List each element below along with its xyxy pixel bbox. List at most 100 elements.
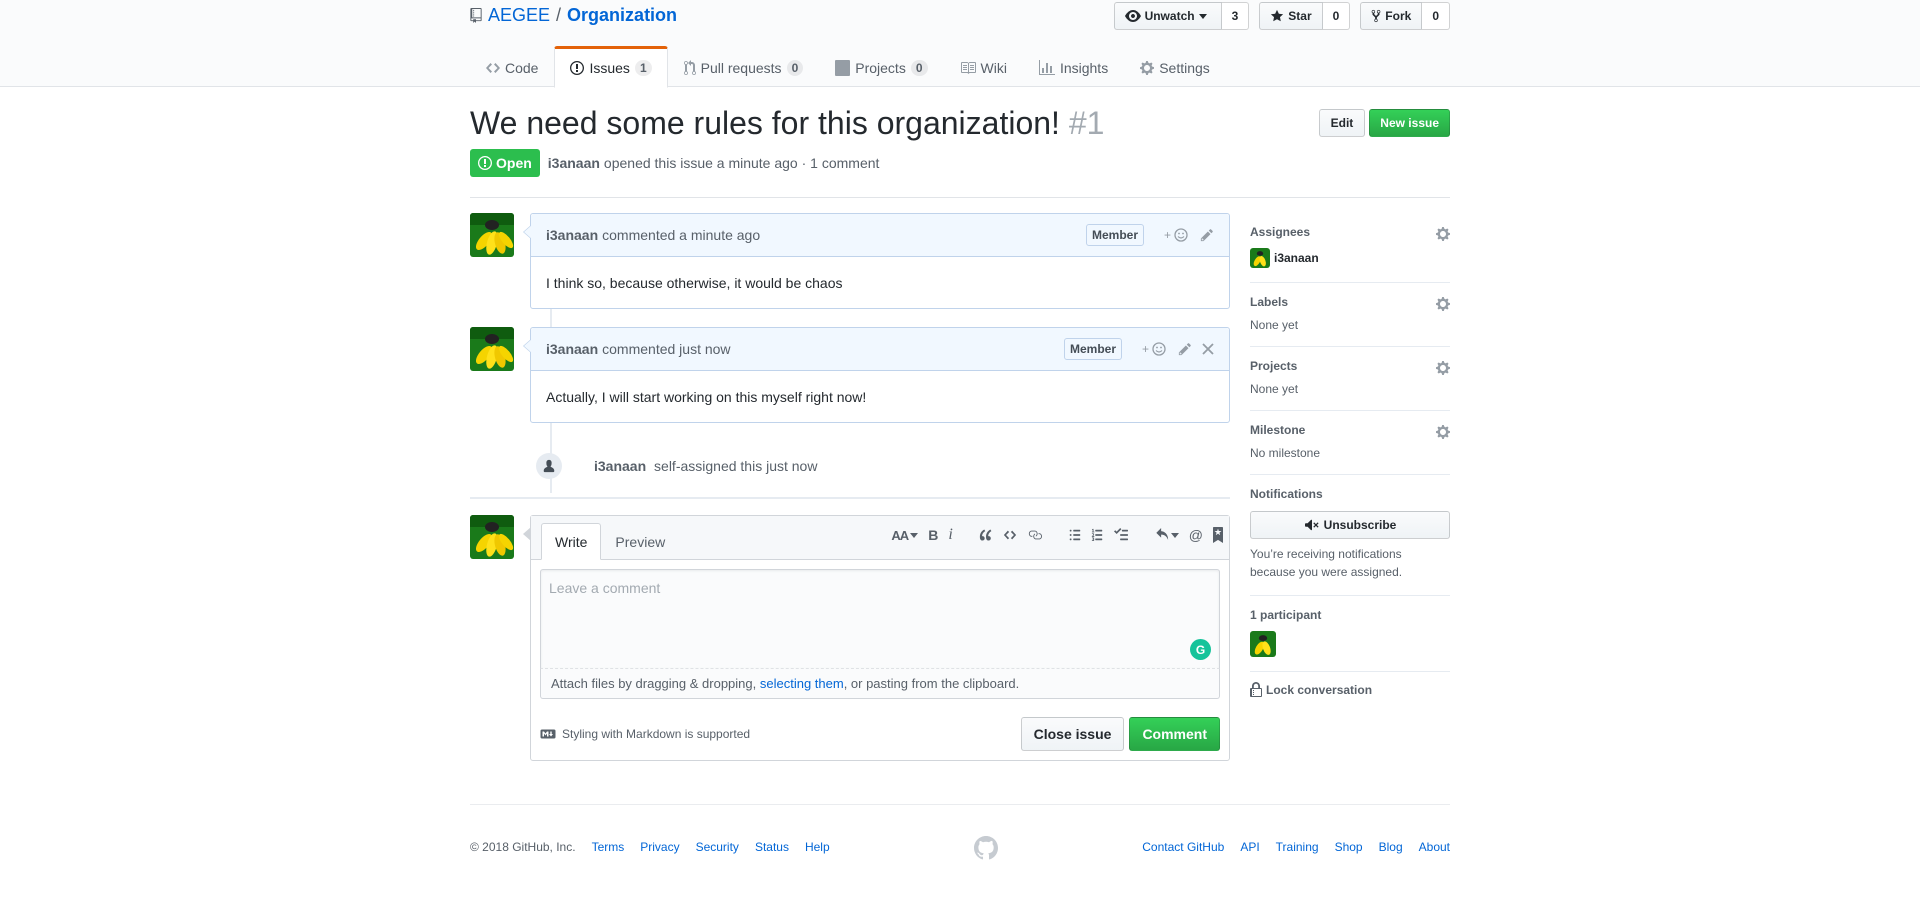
comment-button[interactable]: Comment (1129, 717, 1220, 751)
issue-number: #1 (1068, 105, 1105, 141)
tab-projects[interactable]: Projects 0 (819, 46, 943, 87)
comment-body: I think so, because otherwise, it would … (546, 274, 843, 291)
footer-link-blog[interactable]: Blog (1379, 840, 1403, 854)
tab-insights[interactable]: Insights (1023, 46, 1124, 87)
gear-icon[interactable] (1436, 226, 1450, 245)
avatar[interactable] (1250, 631, 1276, 657)
footer-link-security[interactable]: Security (696, 840, 739, 854)
footer-link-contact[interactable]: Contact GitHub (1142, 840, 1224, 854)
link-button[interactable] (1027, 528, 1043, 542)
labels-value: None yet (1250, 318, 1299, 332)
stars-count[interactable]: 0 (1322, 2, 1351, 30)
repo-name-link[interactable]: Organization (567, 5, 677, 26)
event-author-link[interactable]: i3anaan (594, 458, 646, 474)
mention-button[interactable]: @ (1189, 527, 1203, 543)
footer-link-privacy[interactable]: Privacy (640, 840, 679, 854)
tab-write[interactable]: Write (541, 523, 602, 560)
comment-textarea[interactable]: Leave a comment G (540, 569, 1220, 669)
ordered-list-button[interactable] (1091, 528, 1103, 542)
tab-wiki[interactable]: Wiki (944, 46, 1023, 87)
new-issue-button[interactable]: New issue (1369, 109, 1450, 137)
issue-author-link[interactable]: i3anaan (548, 155, 600, 171)
avatar[interactable] (470, 327, 514, 371)
saved-replies-button[interactable] (1155, 528, 1179, 542)
comment-author-link[interactable]: i3anaan (546, 341, 598, 357)
comment-form: Write Preview AA B i @ Leave a comment G… (523, 515, 1230, 761)
tab-settings[interactable]: Settings (1124, 46, 1226, 87)
repo-owner-link[interactable]: AEGEE (488, 5, 550, 26)
avatar[interactable] (470, 213, 514, 257)
sidebar-heading-milestone[interactable]: Milestone (1250, 423, 1450, 437)
footer-link-shop[interactable]: Shop (1335, 840, 1363, 854)
footer-link-api[interactable]: API (1240, 840, 1259, 854)
fork-button[interactable]: Fork (1360, 2, 1423, 30)
gear-icon[interactable] (1436, 360, 1450, 379)
gear-icon[interactable] (1436, 424, 1450, 443)
tab-preview[interactable]: Preview (601, 523, 679, 560)
watch-group: Unwatch 3 (1113, 2, 1250, 30)
tab-code-label: Code (505, 59, 539, 76)
bold-button[interactable]: B (928, 527, 938, 543)
code-button[interactable] (1003, 528, 1017, 542)
footer-link-terms[interactable]: Terms (592, 840, 625, 854)
star-button[interactable]: Star (1259, 2, 1323, 30)
gear-icon[interactable] (1436, 296, 1450, 315)
tab-issues-label: Issues (589, 60, 630, 76)
close-issue-button[interactable]: Close issue (1020, 717, 1125, 751)
sidebar-labels: Labels None yet (1250, 283, 1450, 347)
issue-title-text: We need some rules for this organization… (470, 105, 1060, 141)
svg-text:+: + (1142, 342, 1149, 356)
unwatch-button[interactable]: Unwatch (1113, 2, 1222, 30)
sidebar-heading-assignees[interactable]: Assignees (1250, 225, 1450, 239)
markdown-help-link[interactable]: Styling with Markdown is supported (540, 727, 750, 741)
sidebar-milestone: Milestone No milestone (1250, 411, 1450, 475)
person-icon (536, 453, 562, 479)
sidebar-assignees: Assignees i3anaan (1250, 213, 1450, 283)
comment-actions: Member + (1085, 224, 1214, 246)
form-actions: Styling with Markdown is supported Close… (531, 708, 1229, 760)
tab-insights-label: Insights (1059, 59, 1109, 76)
tab-issues[interactable]: Issues 1 (554, 46, 668, 88)
edit-comment-button[interactable] (1200, 228, 1214, 242)
write-area: Leave a comment G Attach files by draggi… (531, 560, 1229, 708)
select-files-link[interactable]: selecting them (760, 676, 844, 691)
delete-comment-button[interactable] (1202, 343, 1214, 355)
milestone-value: No milestone (1250, 446, 1321, 460)
add-reaction-button[interactable]: + (1142, 341, 1168, 357)
forks-count[interactable]: 0 (1422, 2, 1450, 30)
task-list-button[interactable] (1113, 528, 1129, 542)
unordered-list-button[interactable] (1069, 528, 1081, 542)
sidebar-heading-labels[interactable]: Labels (1250, 295, 1450, 309)
gear-icon (1140, 60, 1155, 75)
comment-author-link[interactable]: i3anaan (546, 227, 598, 243)
edit-comment-button[interactable] (1178, 342, 1192, 356)
footer-link-about[interactable]: About (1419, 840, 1450, 854)
status-badge: Open (470, 149, 540, 177)
avatar[interactable] (470, 515, 514, 559)
edit-button[interactable]: Edit (1318, 109, 1366, 137)
header-text-button[interactable]: AA (891, 528, 919, 543)
comment-body: Actually, I will start working on this m… (546, 388, 867, 405)
add-reaction-button[interactable]: + (1164, 227, 1190, 243)
code-icon (1003, 530, 1016, 540)
github-logo-icon[interactable] (974, 836, 998, 863)
footer-link-help[interactable]: Help (805, 840, 830, 854)
italic-button[interactable]: i (948, 526, 952, 544)
grammarly-icon[interactable]: G (1190, 639, 1211, 660)
tab-pull-requests[interactable]: Pull requests 0 (668, 46, 820, 87)
watchers-count[interactable]: 3 (1221, 2, 1250, 30)
unsubscribe-button[interactable]: Unsubscribe (1250, 511, 1450, 539)
footer-link-status[interactable]: Status (755, 840, 789, 854)
reference-button[interactable] (1213, 527, 1223, 543)
timeline-divider (470, 497, 1230, 499)
lock-conversation-link[interactable]: Lock conversation (1250, 682, 1450, 698)
quote-button[interactable] (979, 528, 993, 542)
tab-code[interactable]: Code (470, 46, 554, 87)
footer-link-training[interactable]: Training (1276, 840, 1319, 854)
repo-title: AEGEE / Organization (470, 5, 677, 26)
lock-conversation-label: Lock conversation (1266, 683, 1373, 697)
assignee-item[interactable]: i3anaan (1250, 248, 1450, 268)
sidebar-heading-notifications: Notifications (1250, 487, 1323, 501)
sidebar-heading-projects[interactable]: Projects (1250, 359, 1450, 373)
bookmark-icon (1213, 527, 1223, 543)
